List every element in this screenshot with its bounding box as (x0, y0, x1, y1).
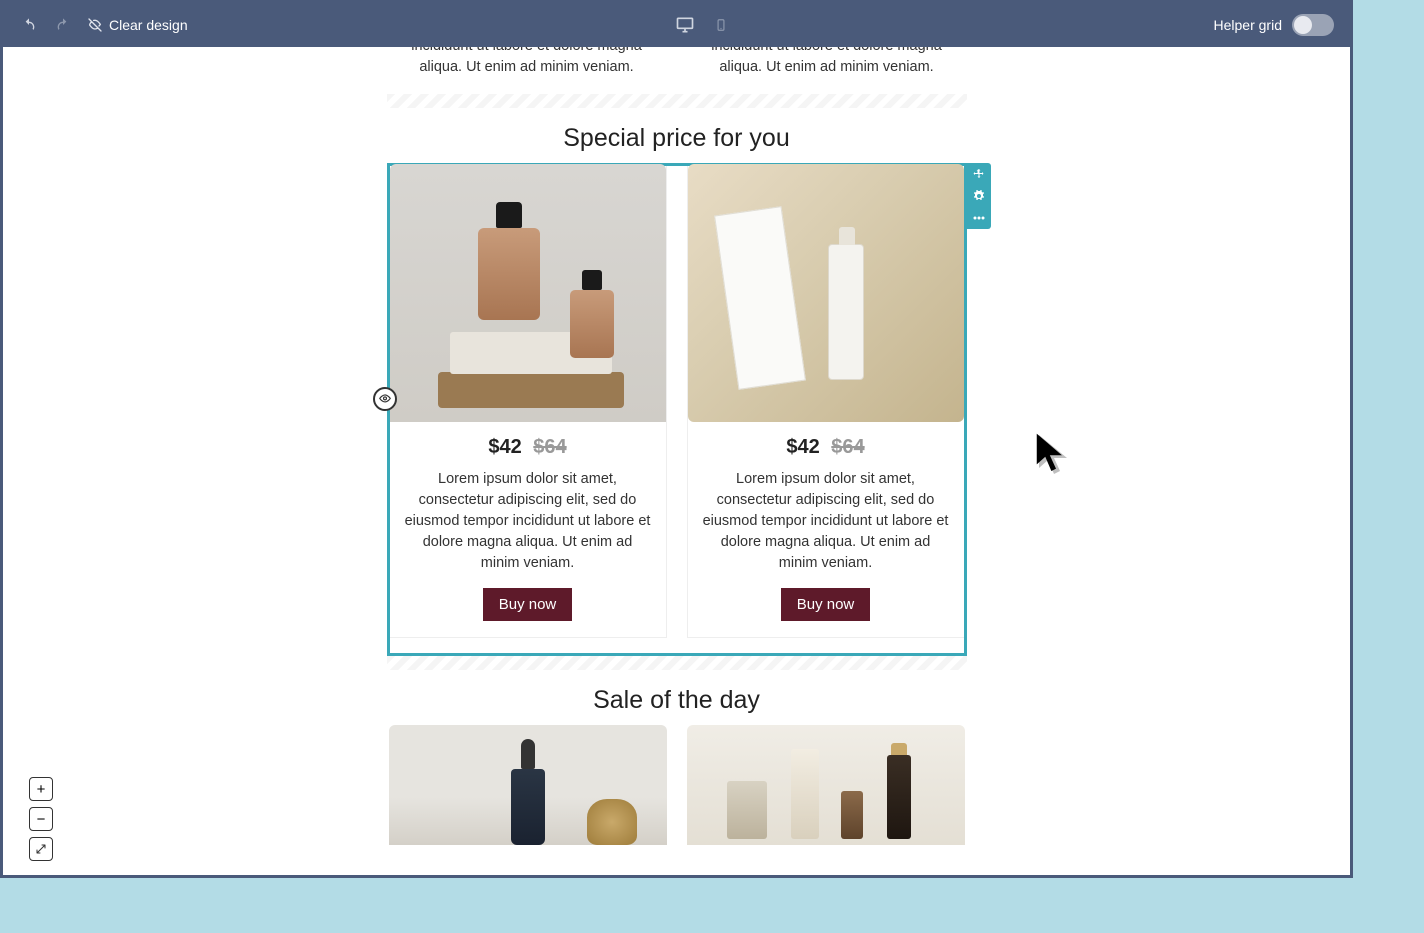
zoom-in-button[interactable]: + (29, 777, 53, 801)
app-frame: Clear design Helper grid adipiscing elit… (0, 0, 1353, 878)
zoom-out-button[interactable]: − (29, 807, 53, 831)
move-block-button[interactable] (967, 163, 991, 185)
top-desc-2: adipiscing elit, sed do eiusmod tempor i… (687, 47, 967, 82)
price-old: $64 (533, 436, 566, 458)
buy-now-button[interactable]: Buy now (483, 588, 573, 621)
price-current: $42 (488, 436, 521, 458)
mobile-view-button[interactable] (714, 15, 728, 35)
redo-button[interactable] (53, 17, 73, 33)
top-desc-1: adipiscing elit, sed do eiusmod tempor i… (387, 47, 667, 82)
helper-grid-toggle[interactable] (1292, 14, 1334, 36)
settings-block-button[interactable] (967, 185, 991, 207)
product-description: Lorem ipsum dolor sit amet, consectetur … (390, 469, 666, 574)
toolbar-center (188, 15, 1214, 35)
sale-section-title: Sale of the day (387, 670, 967, 725)
desktop-view-button[interactable] (674, 15, 696, 35)
block-side-controls (967, 163, 991, 229)
product-card[interactable]: $42 $64 Lorem ipsum dolor sit amet, cons… (687, 163, 965, 638)
price-row: $42 $64 (688, 436, 964, 459)
product-image[interactable] (390, 164, 666, 422)
price-current: $42 (786, 436, 819, 458)
toolbar-left: Clear design (19, 17, 188, 33)
sale-section: Sale of the day (387, 670, 967, 845)
product-image[interactable] (688, 164, 964, 422)
product-image[interactable] (389, 725, 667, 845)
top-text-row: adipiscing elit, sed do eiusmod tempor i… (387, 47, 967, 94)
undo-button[interactable] (19, 17, 39, 33)
special-section: Special price for you (387, 108, 967, 656)
sale-product-row[interactable] (387, 725, 967, 845)
product-description: Lorem ipsum dolor sit amet, consectetur … (688, 469, 964, 574)
zoom-fit-button[interactable] (29, 837, 53, 861)
divider (387, 94, 967, 108)
canvas-area[interactable]: adipiscing elit, sed do eiusmod tempor i… (3, 47, 1350, 875)
cursor-icon (1030, 428, 1074, 483)
product-card[interactable]: $42 $64 Lorem ipsum dolor sit amet, cons… (389, 163, 667, 638)
clear-design-label: Clear design (109, 17, 188, 33)
divider (387, 656, 967, 670)
helper-grid-label: Helper grid (1214, 17, 1282, 33)
special-section-title: Special price for you (387, 108, 967, 163)
toolbar: Clear design Helper grid (3, 3, 1350, 47)
product-image[interactable] (687, 725, 965, 845)
toolbar-right: Helper grid (1214, 14, 1334, 36)
price-row: $42 $64 (390, 436, 666, 459)
zoom-controls: + − (29, 777, 53, 861)
clear-design-button[interactable]: Clear design (87, 17, 188, 33)
special-product-row[interactable]: $42 $64 Lorem ipsum dolor sit amet, cons… (387, 163, 967, 656)
price-old: $64 (831, 436, 864, 458)
buy-now-button[interactable]: Buy now (781, 588, 871, 621)
email-canvas: adipiscing elit, sed do eiusmod tempor i… (387, 47, 967, 845)
more-block-button[interactable] (967, 207, 991, 229)
visibility-badge[interactable] (373, 387, 397, 411)
